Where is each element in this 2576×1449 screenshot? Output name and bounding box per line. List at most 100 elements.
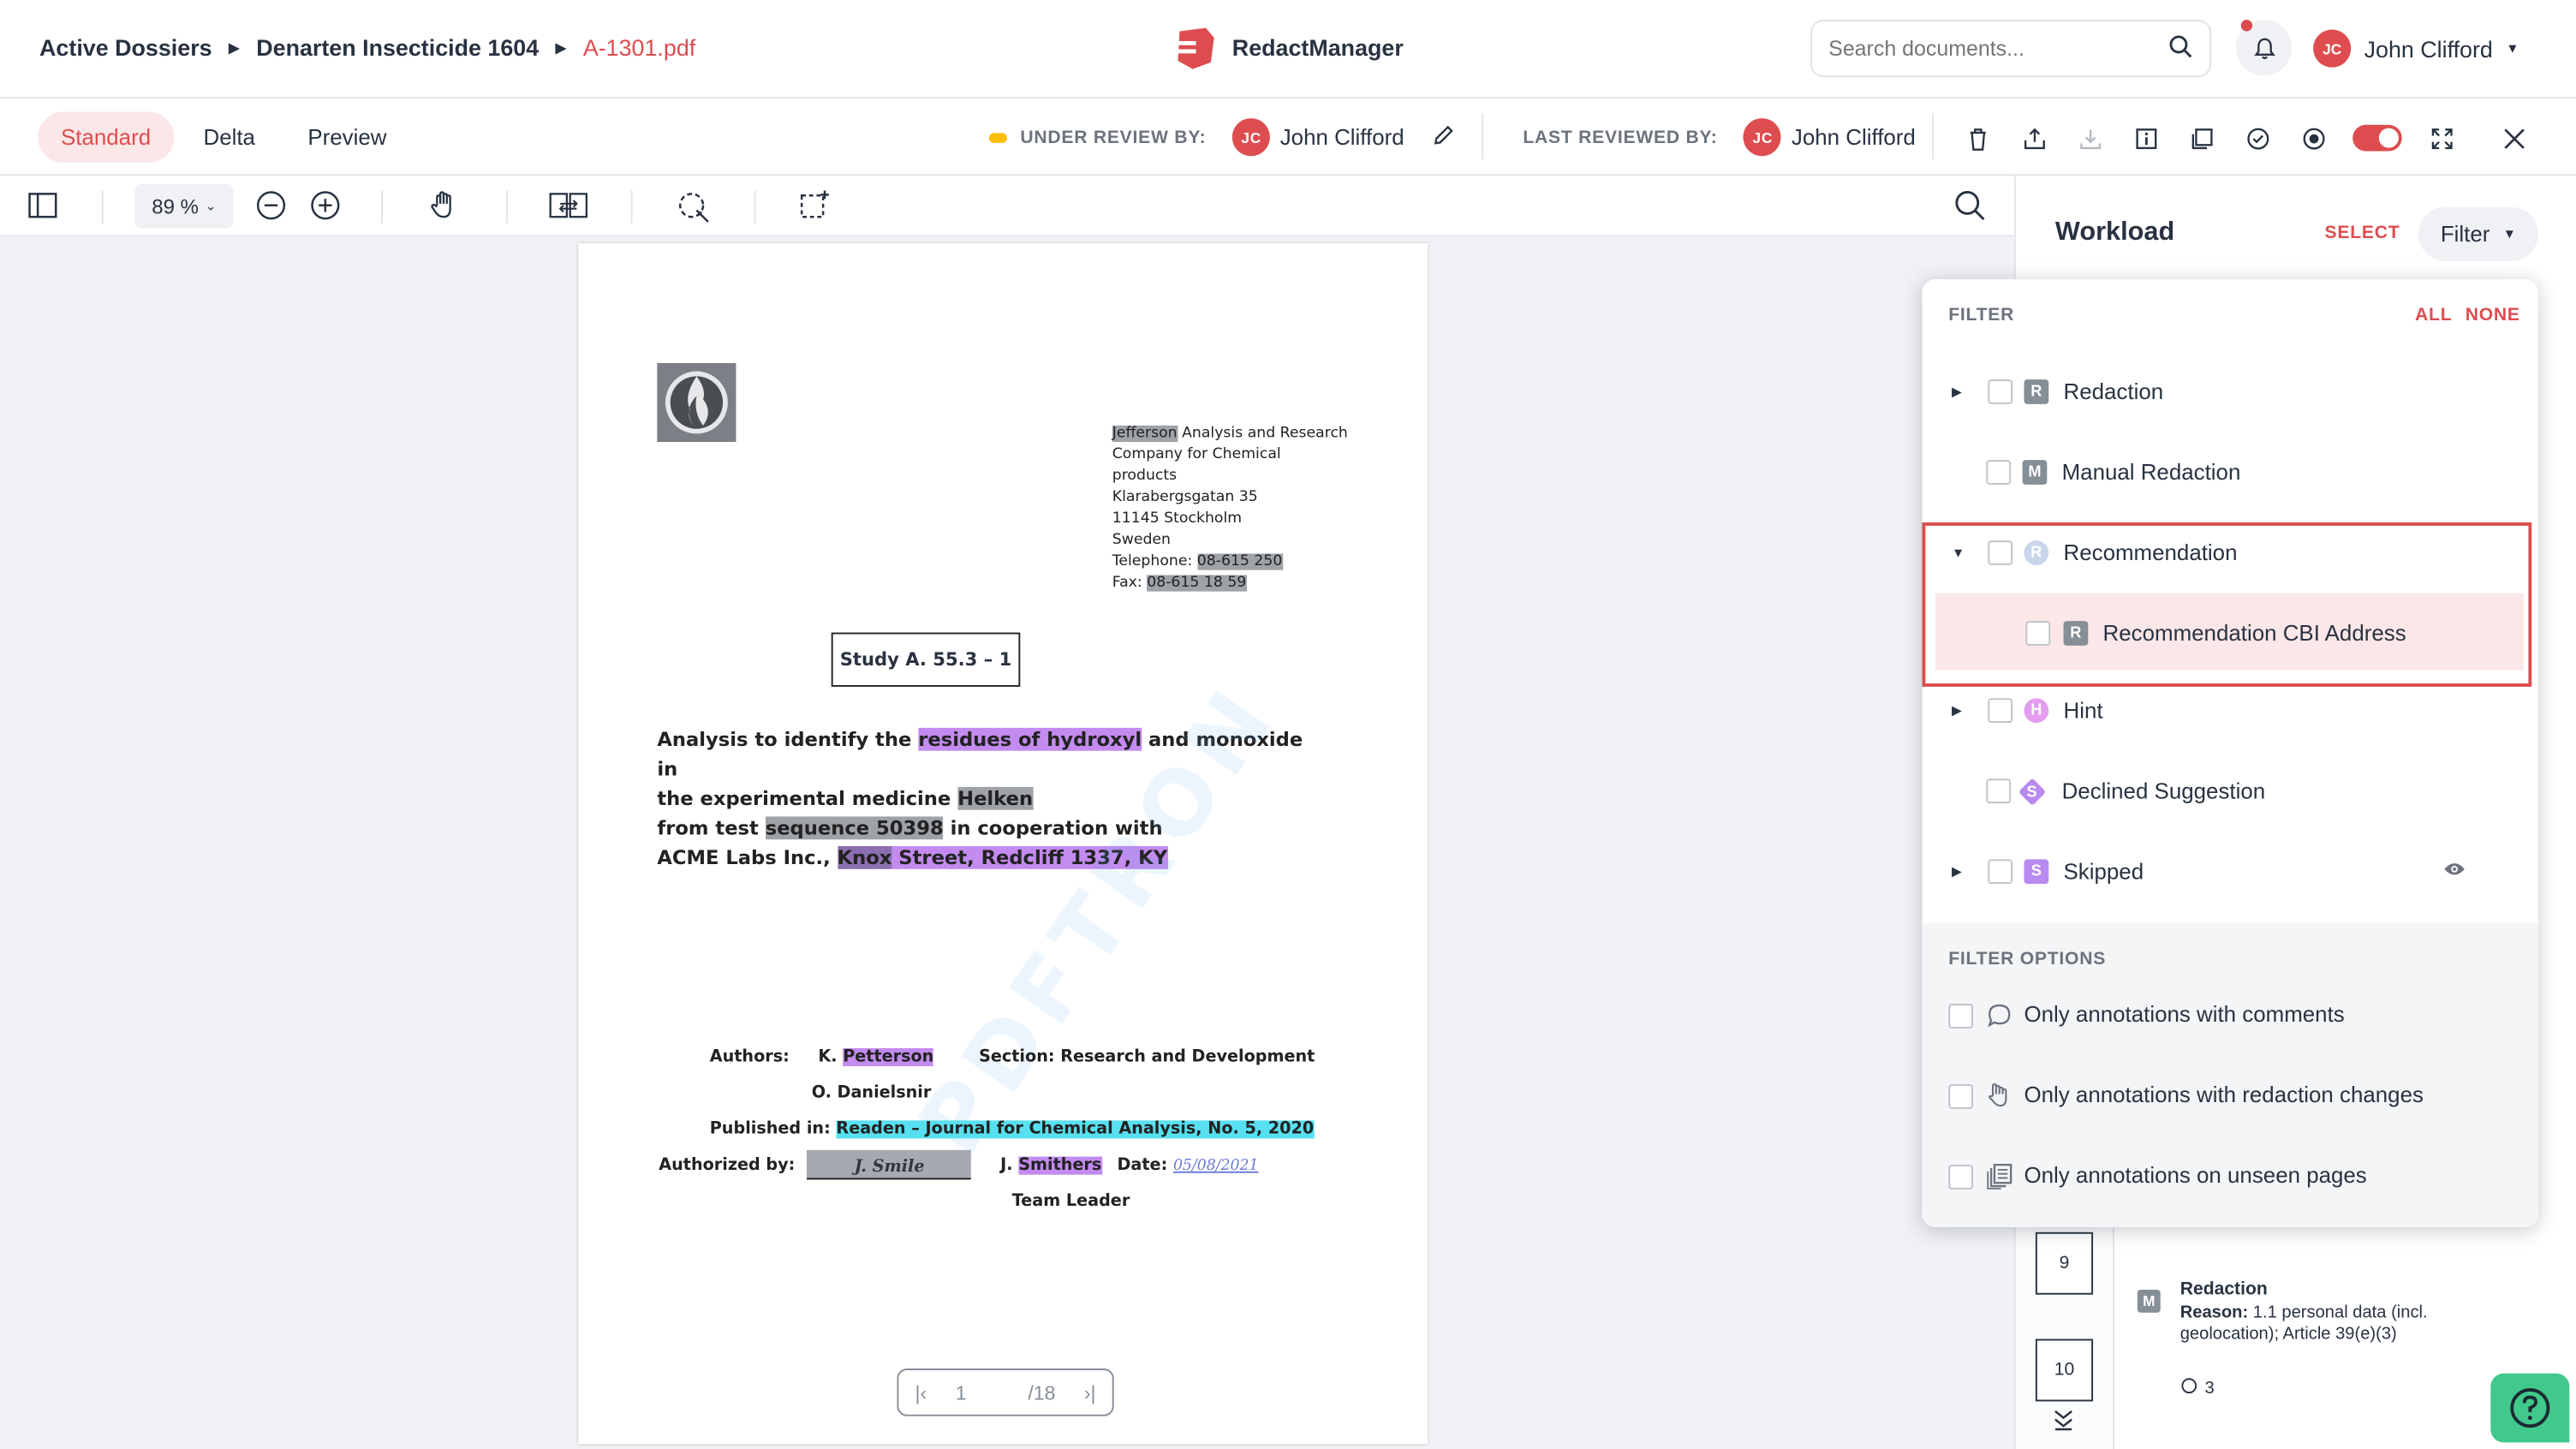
app-name: RedactManager [1231, 34, 1404, 61]
chevron-double-down-icon[interactable] [2052, 1408, 2075, 1439]
filter-label: Filter [2440, 221, 2490, 247]
info-icon[interactable] [2129, 122, 2162, 154]
caret-down-icon[interactable]: ▼ [1952, 546, 1965, 560]
filter-all-button[interactable]: ALL [2415, 306, 2452, 325]
breadcrumb-item-dossiers[interactable]: Active Dossiers [39, 34, 212, 61]
redaction-highlight[interactable]: Knox [838, 845, 892, 869]
filter-row-recommendation[interactable]: ▼ R Recommendation [1923, 513, 2538, 593]
filter-row-recommendation-cbi-address[interactable]: R Recommendation CBI Address [1923, 593, 2538, 674]
app-logo[interactable]: RedactManager [1170, 23, 1404, 73]
filter-label: Recommendation [2063, 540, 2238, 565]
download-icon[interactable] [2073, 122, 2106, 154]
date-handwritten[interactable]: 05/08/2021 [1173, 1158, 1259, 1174]
option-checkbox[interactable] [1948, 1165, 1973, 1190]
tab-standard[interactable]: Standard [38, 111, 174, 163]
caret-right-icon[interactable]: ▶ [1952, 703, 1962, 718]
filter-checkbox[interactable] [1986, 778, 2012, 804]
fax-label: Fax: [1112, 575, 1148, 592]
option-comments[interactable]: Only annotations with comments [1923, 982, 2538, 1048]
tab-delta[interactable]: Delta [181, 111, 278, 162]
pan-hand-icon[interactable] [427, 189, 463, 225]
sidebar-toggle-icon[interactable] [27, 189, 63, 225]
search-input[interactable] [1828, 36, 2157, 61]
filter-row-hint[interactable]: ▶ H Hint [1923, 671, 2538, 751]
redaction-highlight[interactable]: 08-615 18 59 [1147, 575, 1247, 592]
record-icon[interactable] [2297, 122, 2329, 154]
copy-icon[interactable] [2185, 122, 2217, 154]
option-checkbox[interactable] [1948, 1004, 1973, 1029]
tab-preview[interactable]: Preview [284, 111, 409, 162]
document-page[interactable]: Jefferson Analysis and Research Company … [578, 242, 1428, 1445]
close-icon[interactable] [2497, 122, 2530, 154]
redaction-highlight[interactable]: Jefferson [1112, 425, 1178, 443]
zoom-select[interactable]: 89 % ⌄ [134, 183, 234, 229]
breadcrumb-item-file[interactable]: A-1301.pdf [583, 34, 695, 61]
text-run: from test [657, 816, 766, 840]
hint-highlight[interactable]: Smithers [1018, 1157, 1102, 1175]
filter-checkbox[interactable] [1988, 540, 2013, 565]
compare-icon[interactable] [549, 189, 588, 225]
option-redaction-changes[interactable]: Only annotations with redaction changes [1923, 1063, 2538, 1129]
section-text: Section: Research and Development [979, 1047, 1315, 1067]
rectangle-select-icon[interactable] [798, 189, 834, 225]
document-viewer[interactable]: Jefferson Analysis and Research Company … [0, 236, 2014, 1449]
page-input[interactable]: 1 [956, 1380, 967, 1404]
filter-checkbox[interactable] [2025, 621, 2051, 646]
zoom-in-icon[interactable] [309, 189, 345, 225]
redaction-highlight[interactable]: 08-615 250 [1196, 553, 1283, 570]
redaction-toggle[interactable] [2352, 124, 2402, 152]
first-page-icon[interactable]: |‹ [915, 1380, 927, 1404]
fullscreen-icon[interactable] [2425, 122, 2458, 154]
area-search-icon[interactable] [675, 189, 711, 225]
filter-checkbox[interactable] [1988, 698, 2013, 724]
last-page-icon[interactable]: ›| [1084, 1380, 1096, 1404]
date-label: Date: [1117, 1156, 1168, 1175]
zoom-out-icon[interactable] [254, 189, 290, 225]
last-reviewed-name: John Clifford [1791, 124, 1916, 150]
caret-right-icon[interactable]: ▶ [1952, 385, 1962, 399]
redaction-highlight[interactable]: Helken [957, 786, 1034, 810]
option-unseen-pages[interactable]: Only annotations on unseen pages [1923, 1143, 2538, 1209]
view-tabs: Standard Delta Preview [38, 111, 409, 163]
filter-checkbox[interactable] [1986, 460, 2012, 485]
user-menu[interactable]: JC John Clifford ▼ [2313, 29, 2519, 68]
hint-highlight[interactable]: residues of hydroxyl [918, 727, 1142, 751]
address-line: Klarabergsgatan 35 [1112, 489, 1258, 506]
breadcrumb-item-dossier[interactable]: Denarten Insecticide 1604 [256, 34, 539, 61]
eye-icon[interactable] [2443, 859, 2466, 884]
filter-row-skipped[interactable]: ▶ S Skipped [1923, 832, 2538, 912]
filter-none-button[interactable]: NONE [2466, 306, 2520, 325]
filter-label: Hint [2063, 698, 2103, 724]
filter-checkbox[interactable] [1988, 379, 2013, 404]
search-icon[interactable] [2168, 33, 2193, 63]
filter-checkbox[interactable] [1988, 859, 2013, 885]
upload-icon[interactable] [2018, 122, 2050, 154]
address-line: products [1112, 468, 1178, 485]
approve-icon[interactable] [2241, 122, 2274, 154]
select-button[interactable]: SELECT [2325, 224, 2400, 243]
authorized-label: Authorized by: [659, 1156, 796, 1175]
divider [754, 190, 756, 224]
signature-image[interactable]: J. Smile [807, 1149, 972, 1180]
filter-button[interactable]: Filter ▼ [2418, 206, 2538, 262]
redaction-highlight[interactable]: sequence 50398 [765, 816, 944, 840]
hint-highlight[interactable]: Petterson [843, 1048, 934, 1067]
delete-icon[interactable] [1962, 122, 1995, 154]
published-highlight[interactable]: Readen – Journal for Chemical Analysis, … [836, 1120, 1314, 1139]
search-box[interactable] [1810, 20, 2212, 78]
authors-label: Authors: [709, 1047, 790, 1067]
notifications-button[interactable] [2235, 20, 2293, 76]
search-icon[interactable] [1953, 189, 1989, 225]
filter-row-declined-suggestion[interactable]: S Declined Suggestion [1923, 751, 2538, 832]
option-checkbox[interactable] [1948, 1084, 1973, 1109]
document-header: Standard Delta Preview UNDER REVIEW BY: … [0, 98, 2576, 176]
filter-dropdown: FILTER ALL NONE ▶ R Redaction M Manual R… [1922, 279, 2538, 1228]
page-thumbnail[interactable]: 9 [2035, 1231, 2094, 1295]
edit-icon[interactable] [1430, 122, 1455, 152]
filter-row-manual-redaction[interactable]: M Manual Redaction [1923, 432, 2538, 513]
help-button[interactable] [2490, 1373, 2570, 1443]
type-badge: S [2018, 777, 2047, 805]
page-thumbnail[interactable]: 10 [2035, 1339, 2094, 1402]
filter-row-redaction[interactable]: ▶ R Redaction [1923, 352, 2538, 432]
caret-right-icon[interactable]: ▶ [1952, 864, 1962, 879]
